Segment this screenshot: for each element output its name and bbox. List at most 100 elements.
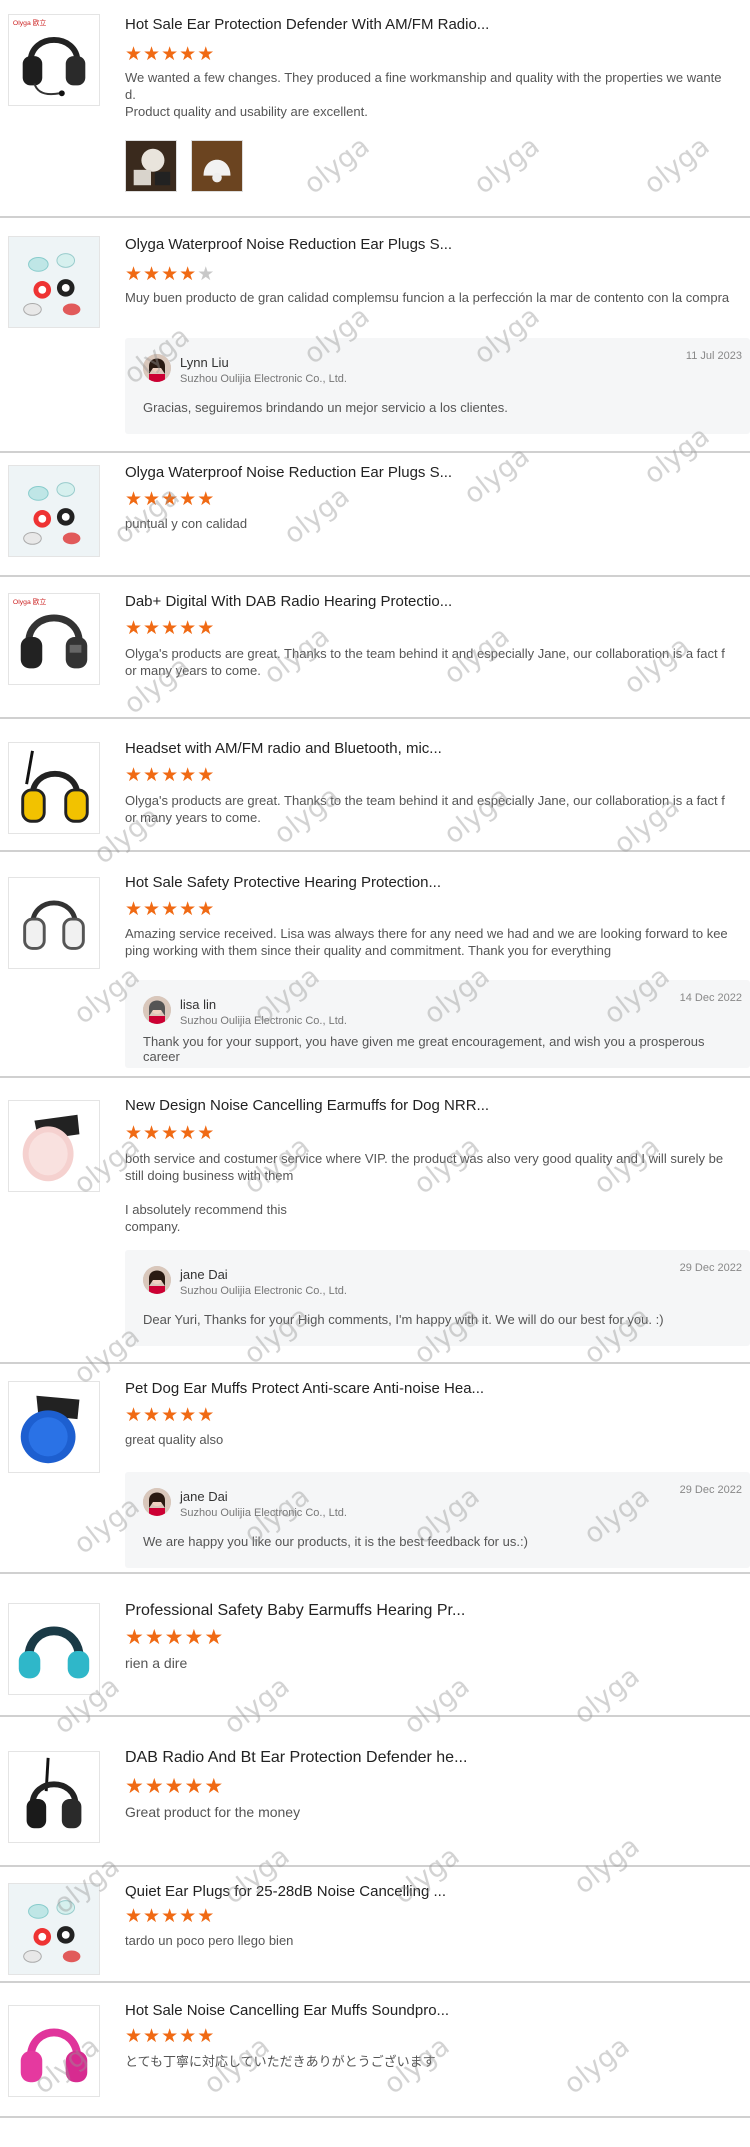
product-title-link[interactable]: Hot Sale Noise Cancelling Ear Muffs Soun… (125, 2002, 740, 2019)
star-icon: ★ (197, 44, 216, 65)
product-thumbnail[interactable] (8, 1603, 100, 1695)
product-title-link[interactable]: Quiet Ear Plugs for 25-28dB Noise Cancel… (125, 1883, 740, 1900)
star-icon: ★ (197, 1906, 216, 1927)
star-icon: ★ (143, 1405, 162, 1426)
product-title-link[interactable]: New Design Noise Cancelling Earmuffs for… (125, 1097, 740, 1114)
star-icon: ★ (125, 1775, 145, 1798)
reply-author-name: lisa lin (180, 997, 217, 1012)
star-icon: ★ (161, 264, 180, 285)
reply-author-name: jane Dai (180, 1267, 228, 1282)
review-item: Olyga Waterproof Noise Reduction Ear Plu… (0, 218, 750, 453)
review-text: We wanted a few changes. They produced a… (125, 70, 722, 119)
avatar (143, 1266, 171, 1294)
review-list: Olyga 欧立 Hot Sale Ear Protection Defender… (0, 0, 750, 2118)
star-icon: ★ (197, 765, 216, 786)
product-thumbnail[interactable] (8, 1751, 100, 1843)
svg-text:Olyga 欧立: Olyga 欧立 (13, 18, 47, 27)
product-title-link[interactable]: Hot Sale Safety Protective Hearing Prote… (125, 874, 740, 891)
seller-reply: jane Dai Suzhou Oulijia Electronic Co., L… (125, 1250, 750, 1346)
product-thumbnail[interactable] (8, 742, 100, 834)
star-icon: ★ (161, 765, 180, 786)
star-icon: ★ (143, 1906, 162, 1927)
review-text: Olyga's products are great. Thanks to th… (125, 793, 725, 825)
product-title-link[interactable]: Hot Sale Ear Protection Defender With AM… (125, 16, 740, 33)
star-icon: ★ (125, 2026, 144, 2047)
star-icon: ★ (179, 44, 198, 65)
star-icon: ★ (143, 489, 162, 510)
star-icon: ★ (143, 1123, 162, 1144)
review-text: とても丁寧に対応していただきありがとうございます (125, 2054, 436, 2069)
reply-message: We are happy you like our products, it i… (143, 1534, 528, 1549)
product-title-link[interactable]: Olyga Waterproof Noise Reduction Ear Plu… (125, 236, 740, 253)
star-rating: ★★★★★ (125, 619, 215, 639)
product-title-link[interactable]: Olyga Waterproof Noise Reduction Ear Plu… (125, 464, 740, 481)
star-icon: ★ (197, 899, 216, 920)
reply-date: 11 Jul 2023 (685, 350, 742, 362)
star-icon: ★ (125, 765, 144, 786)
review-text: rien a dire (125, 1655, 188, 1671)
star-icon: ★ (125, 44, 144, 65)
star-icon: ★ (161, 44, 180, 65)
seller-reply: lisa lin Suzhou Oulijia Electronic Co., L… (125, 980, 750, 1068)
star-icon: ★ (197, 1123, 216, 1144)
star-icon: ★ (164, 1775, 185, 1798)
star-icon: ★ (143, 618, 162, 639)
review-item: Hot Sale Noise Cancelling Ear Muffs Soun… (0, 1983, 750, 2118)
product-title-link[interactable]: Professional Safety Baby Earmuffs Hearin… (125, 1602, 740, 1620)
product-thumbnail[interactable] (8, 2005, 100, 2097)
star-icon: ★ (143, 899, 162, 920)
star-rating: ★★★★★ (125, 1907, 215, 1927)
avatar (143, 354, 171, 382)
star-icon: ★ (161, 1405, 180, 1426)
product-thumbnail[interactable] (8, 877, 100, 969)
product-thumbnail[interactable]: Olyga 欧立 (8, 14, 100, 106)
star-rating: ★★★★★ (125, 1406, 215, 1426)
star-rating: ★★★★★ (125, 2027, 215, 2047)
reply-company: Suzhou Oulijia Electronic Co., Ltd. (180, 1507, 347, 1519)
reply-author-name: jane Dai (180, 1489, 228, 1504)
review-text: Great product for the money (125, 1804, 301, 1820)
product-thumbnail[interactable] (8, 236, 100, 328)
product-thumbnail[interactable] (8, 465, 100, 557)
star-icon: ★ (125, 618, 144, 639)
star-icon: ★ (143, 765, 162, 786)
product-thumbnail[interactable]: Olyga 欧立 (8, 593, 100, 685)
star-icon: ★ (144, 1775, 165, 1798)
star-icon: ★ (179, 2026, 198, 2047)
star-icon: ★ (125, 899, 144, 920)
product-title-link[interactable]: Dab+ Digital With DAB Radio Hearing Prot… (125, 593, 740, 610)
star-icon: ★ (197, 618, 216, 639)
star-icon: ★ (125, 1626, 145, 1649)
star-icon: ★ (125, 1405, 144, 1426)
star-icon: ★ (179, 618, 198, 639)
product-title-link[interactable]: Headset with AM/FM radio and Bluetooth, … (125, 740, 740, 757)
seller-reply: jane Dai Suzhou Oulijia Electronic Co., L… (125, 1472, 750, 1568)
product-title-link[interactable]: DAB Radio And Bt Ear Protection Defender… (125, 1749, 740, 1767)
star-icon: ★ (164, 1626, 185, 1649)
star-rating: ★★★★★ (125, 900, 215, 920)
product-thumbnail[interactable] (8, 1381, 100, 1473)
star-icon: ★ (143, 2026, 162, 2047)
reply-date: 14 Dec 2022 (679, 992, 742, 1004)
star-rating: ★★★★★ (125, 490, 215, 510)
review-item: Hot Sale Safety Protective Hearing Prote… (0, 852, 750, 1078)
star-icon: ★ (161, 618, 180, 639)
review-text: Muy buen producto de gran calidad comple… (125, 290, 730, 305)
avatar (143, 1488, 171, 1516)
review-photo[interactable] (125, 140, 177, 192)
reply-date: 29 Dec 2022 (679, 1262, 742, 1274)
star-icon: ★ (179, 1405, 198, 1426)
product-title-link[interactable]: Pet Dog Ear Muffs Protect Anti-scare Ant… (125, 1380, 740, 1397)
star-rating: ★★★★★ (125, 1626, 224, 1649)
star-icon: ★ (179, 264, 198, 285)
review-photo[interactable] (191, 140, 243, 192)
star-icon: ★ (179, 1906, 198, 1927)
star-icon: ★ (125, 489, 144, 510)
star-icon: ★ (179, 489, 198, 510)
review-item: Quiet Ear Plugs for 25-28dB Noise Cancel… (0, 1867, 750, 1983)
product-thumbnail[interactable] (8, 1883, 100, 1975)
star-icon: ★ (144, 1626, 165, 1649)
reply-message: Thank you for your support, you have giv… (143, 1034, 705, 1064)
review-item: Olyga Waterproof Noise Reduction Ear Plu… (0, 453, 750, 577)
product-thumbnail[interactable] (8, 1100, 100, 1192)
